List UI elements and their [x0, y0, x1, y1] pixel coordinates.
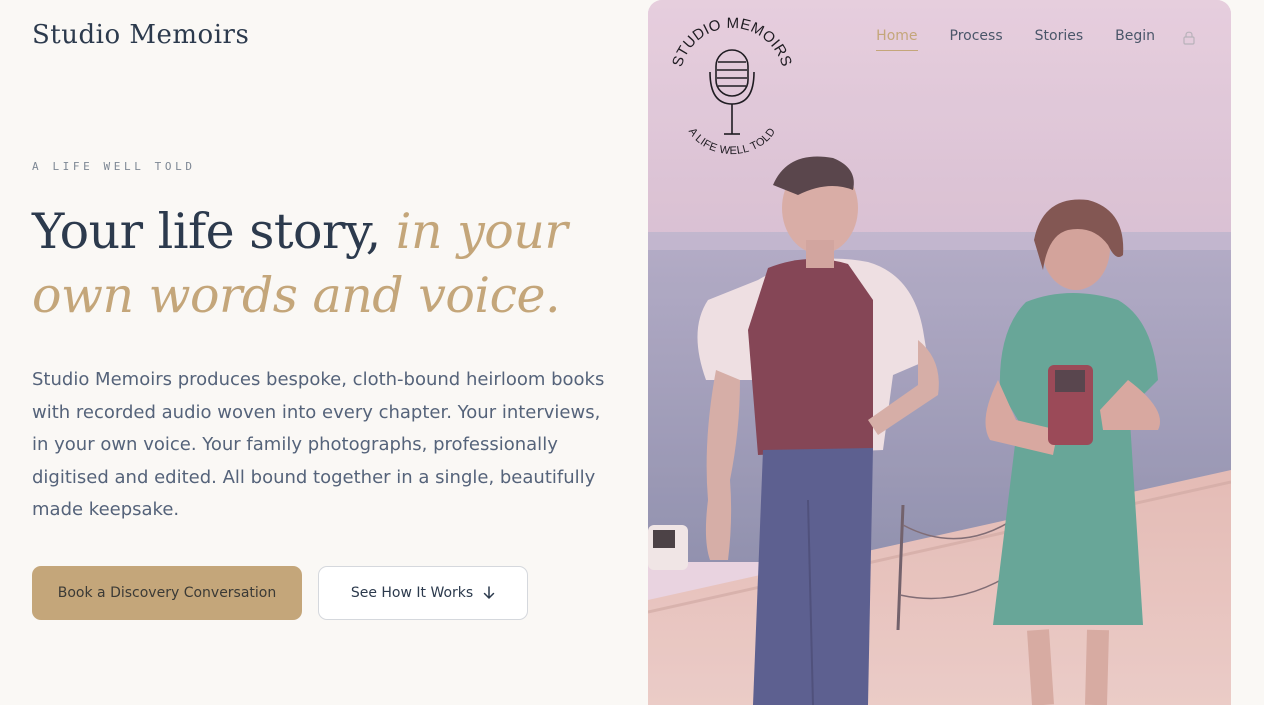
nav-stories[interactable]: Stories	[1035, 28, 1084, 50]
nav-begin[interactable]: Begin	[1115, 28, 1155, 50]
book-discovery-label: Book a Discovery Conversation	[57, 585, 277, 601]
nav-home[interactable]: Home	[876, 28, 918, 51]
hero-headline: Your life story, in your own words and v…	[32, 200, 612, 328]
studio-memoirs-logo: STUDIO MEMOIRS A LIFE WELL TOLD	[669, 15, 795, 157]
logo-top-text: STUDIO MEMOIRS	[669, 15, 795, 69]
lock-icon[interactable]	[1183, 31, 1195, 45]
hero-lede: Studio Memoirs produces bespoke, cloth-b…	[32, 369, 605, 520]
see-how-label: See How It Works	[350, 585, 474, 601]
main-nav: Home Process Stories Begin	[876, 28, 1195, 51]
book-discovery-button[interactable]: Book a Discovery Conversation	[32, 566, 302, 620]
hero-photo: STUDIO MEMOIRS A LIFE WELL TOLD Home Pro…	[648, 0, 1231, 705]
brand-wordmark[interactable]: Studio Memoirs	[32, 20, 249, 50]
nav-process[interactable]: Process	[950, 28, 1003, 50]
svg-text:STUDIO MEMOIRS: STUDIO MEMOIRS	[669, 15, 795, 69]
hero-eyebrow: A LIFE WELL TOLD	[32, 160, 196, 173]
headline-main: Your life story,	[32, 203, 396, 260]
microphone-icon	[709, 49, 755, 135]
see-how-it-works-button[interactable]: See How It Works	[318, 566, 528, 620]
arrow-down-icon	[483, 586, 495, 599]
